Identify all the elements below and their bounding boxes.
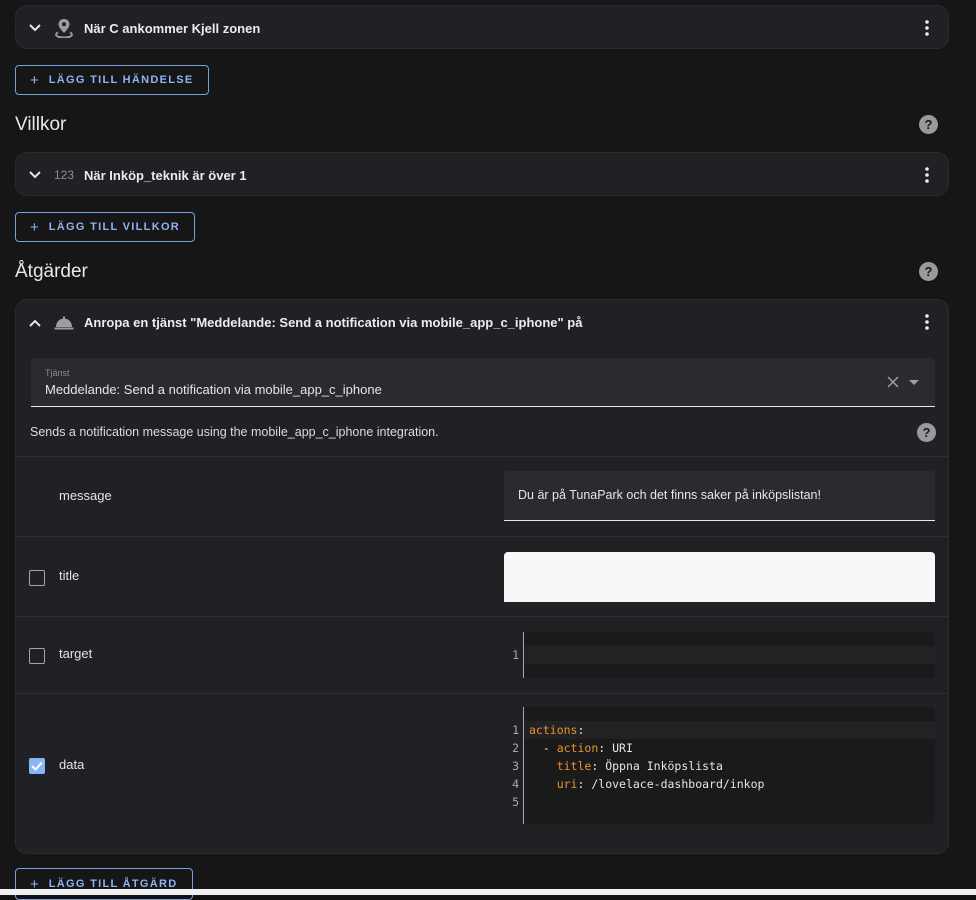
yaml-prefix xyxy=(529,777,557,791)
field-label-message: message xyxy=(59,488,112,503)
add-condition-label: LÄGG TILL VILLKOR xyxy=(48,221,181,233)
code-line: uri: /lovelace-dashboard/inkop xyxy=(529,777,765,791)
yaml-value: Öppna Inköpslista xyxy=(605,759,723,773)
condition-title: När Inköp_teknik är över 1 xyxy=(84,168,247,183)
yaml-key: action xyxy=(556,741,599,755)
yaml-sep: : xyxy=(598,741,613,755)
help-icon[interactable]: ? xyxy=(919,262,938,281)
checkmark-icon xyxy=(31,761,43,771)
add-action-label: LÄGG TILL ÅTGÄRD xyxy=(48,878,178,890)
room-service-icon xyxy=(54,313,74,333)
help-icon[interactable]: ? xyxy=(919,115,938,134)
window-bottom-edge xyxy=(0,889,976,895)
plus-icon: + xyxy=(30,218,39,236)
service-value: Meddelande: Send a notification via mobi… xyxy=(45,382,382,397)
plus-icon: + xyxy=(30,71,39,89)
chevron-up-icon[interactable] xyxy=(28,316,42,330)
conditions-heading: Villkor xyxy=(15,114,67,135)
more-options-icon[interactable] xyxy=(920,312,934,332)
more-options-icon[interactable] xyxy=(920,18,934,38)
action-title: Anropa en tjänst "Meddelande: Send a not… xyxy=(84,315,583,330)
target-checkbox[interactable] xyxy=(29,648,45,664)
condition-card-header[interactable]: 123 När Inköp_teknik är över 1 xyxy=(16,153,948,197)
condition-card[interactable]: 123 När Inköp_teknik är över 1 xyxy=(15,152,949,196)
clear-icon[interactable] xyxy=(887,375,901,389)
trigger-title: När C ankommer Kjell zonen xyxy=(84,21,261,36)
automation-editor: När C ankommer Kjell zonen + LÄGG TILL H… xyxy=(0,0,976,900)
field-label-title: title xyxy=(59,568,80,583)
chevron-down-icon[interactable] xyxy=(28,21,42,35)
trigger-card[interactable]: När C ankommer Kjell zonen xyxy=(15,5,949,49)
yaml-key: title xyxy=(556,759,592,773)
add-action-button[interactable]: + LÄGG TILL ÅTGÄRD xyxy=(15,868,193,900)
yaml-key: uri xyxy=(556,777,578,791)
title-input[interactable] xyxy=(504,552,935,602)
yaml-value: /lovelace-dashboard/inkop xyxy=(591,777,765,791)
code-line: actions: xyxy=(529,723,584,737)
code-line: title: Öppna Inköpslista xyxy=(529,759,723,773)
active-line xyxy=(524,646,935,664)
field-row-title: title xyxy=(16,536,948,616)
field-row-target: target 1 xyxy=(16,616,948,693)
field-row-message: message Du är på TunaPark och det finns … xyxy=(16,456,948,536)
service-select[interactable]: Tjänst Meddelande: Send a notification v… xyxy=(31,358,935,407)
active-line xyxy=(524,721,935,739)
line-number: 5 xyxy=(512,795,519,809)
yaml-key: actions xyxy=(529,723,578,737)
more-options-icon[interactable] xyxy=(920,165,934,185)
line-number: 1 xyxy=(512,648,519,662)
map-marker-radius-icon xyxy=(54,18,74,38)
field-row-data: data 1 2 3 4 5 actions: - action: URI ti… xyxy=(16,693,948,853)
add-condition-button[interactable]: + LÄGG TILL VILLKOR xyxy=(15,212,196,242)
yaml-value: URI xyxy=(612,741,633,755)
data-checkbox[interactable] xyxy=(29,758,45,774)
line-number: 1 xyxy=(512,723,519,737)
message-input[interactable]: Du är på TunaPark och det finns saker på… xyxy=(504,471,935,521)
service-description: Sends a notification message using the m… xyxy=(30,425,439,439)
action-card-header[interactable]: Anropa en tjänst "Meddelande: Send a not… xyxy=(16,300,948,344)
yaml-sep: : xyxy=(591,759,606,773)
service-label: Tjänst xyxy=(45,368,70,378)
action-card: Anropa en tjänst "Meddelande: Send a not… xyxy=(15,299,949,854)
help-icon[interactable]: ? xyxy=(917,423,936,442)
add-trigger-label: LÄGG TILL HÄNDELSE xyxy=(48,74,194,86)
yaml-prefix xyxy=(529,759,557,773)
yaml-sep: : xyxy=(577,723,585,737)
line-number: 4 xyxy=(512,777,519,791)
line-number: 2 xyxy=(512,741,519,755)
field-label-target: target xyxy=(59,646,93,661)
trigger-card-header[interactable]: När C ankommer Kjell zonen xyxy=(16,6,948,50)
numeric-icon: 123 xyxy=(53,168,75,182)
chevron-down-icon[interactable] xyxy=(28,168,42,182)
line-number: 3 xyxy=(512,759,519,773)
target-code-editor[interactable]: 1 xyxy=(512,632,935,678)
code-line: - action: URI xyxy=(529,741,633,755)
yaml-prefix: - xyxy=(529,741,557,755)
add-trigger-button[interactable]: + LÄGG TILL HÄNDELSE xyxy=(15,65,209,95)
title-checkbox[interactable] xyxy=(29,570,45,586)
field-label-data: data xyxy=(59,757,85,772)
dropdown-arrow-icon[interactable] xyxy=(909,380,919,385)
yaml-sep: : xyxy=(577,777,592,791)
message-value: Du är på TunaPark och det finns saker på… xyxy=(518,488,821,502)
data-code-editor[interactable]: 1 2 3 4 5 actions: - action: URI title: … xyxy=(512,707,935,824)
actions-heading: Åtgärder xyxy=(15,261,88,282)
